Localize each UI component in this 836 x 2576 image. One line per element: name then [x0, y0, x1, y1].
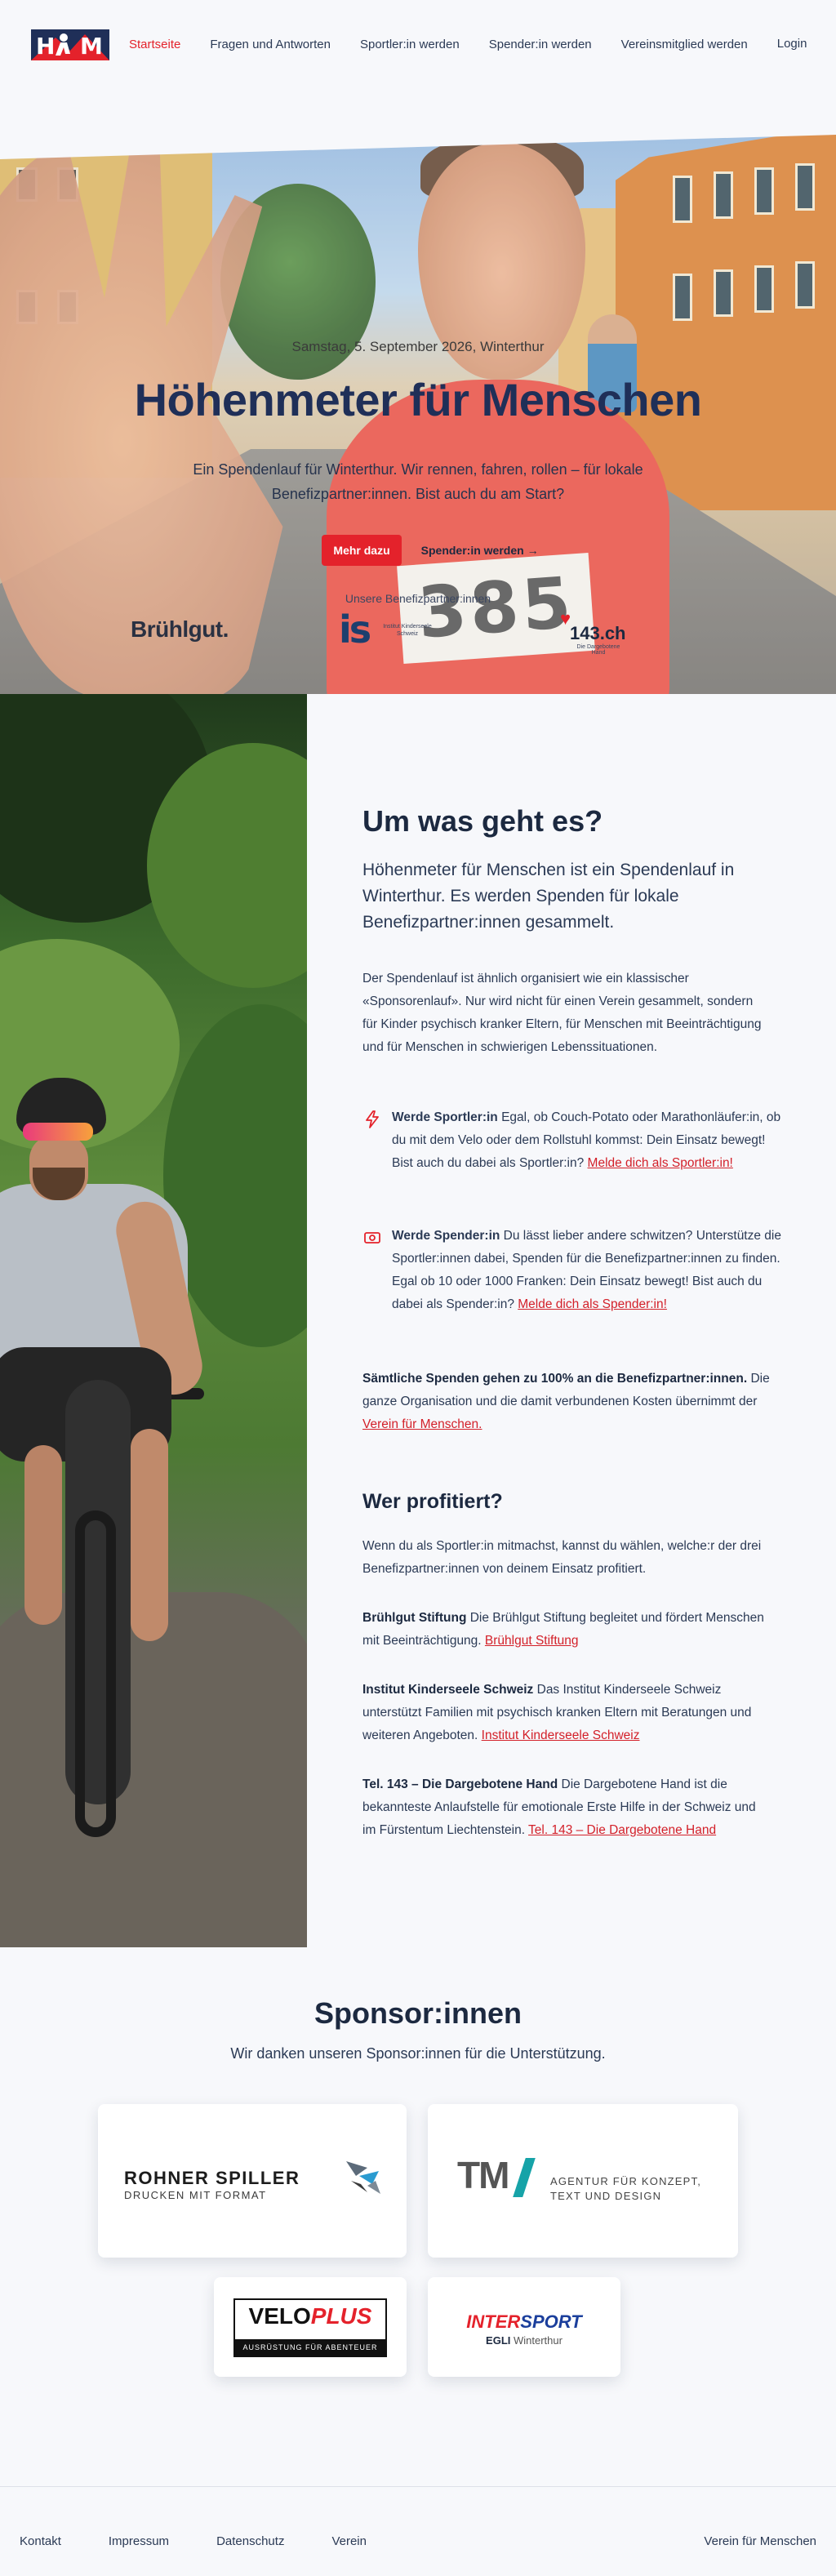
- footer-datenschutz[interactable]: Datenschutz: [216, 2534, 284, 2548]
- site-logo[interactable]: H M: [31, 26, 109, 62]
- hero-content: Samstag, 5. September 2026, Winterthur H…: [0, 135, 836, 694]
- rohner-logo-icon: [346, 2161, 380, 2194]
- is-logo-text: Institut Kinderseele Schweiz: [383, 624, 432, 637]
- money-icon: [364, 1232, 380, 1244]
- about-lead: Höhenmeter für Menschen ist ein Spendenl…: [362, 861, 735, 932]
- event-date: Samstag, 5. September 2026, Winterthur: [291, 339, 545, 354]
- footer-kontakt[interactable]: Kontakt: [20, 2534, 61, 2548]
- svg-text:H: H: [36, 33, 55, 60]
- sponsors-section: Sponsor:innen Wir danken unseren Sponsor…: [0, 1947, 836, 2486]
- sponsor-intersport[interactable]: INTERSPORT EGLI Winterthur: [428, 2277, 620, 2377]
- bruhlgut-link[interactable]: Brühlgut Stiftung: [485, 1634, 579, 1648]
- lightning-icon: [366, 1110, 379, 1128]
- profit-intro: Wenn du als Sportler:in mitmachst, kanns…: [362, 1539, 762, 1576]
- sponsors-subtitle: Wir danken unseren Sponsor:innen für die…: [230, 2045, 606, 2062]
- sponsor-rohner-spiller[interactable]: ROHNER SPILLER DRUCKEN MIT FORMAT: [98, 2104, 407, 2258]
- nav-faq[interactable]: Fragen und Antworten: [210, 38, 331, 51]
- donation-bold: Sämtliche Spenden gehen zu 100% an die B…: [362, 1372, 748, 1386]
- partners-label: Unsere Benefizpartner:innen: [345, 592, 491, 605]
- partner-bruhlgut-name: Brühlgut Stiftung: [362, 1611, 467, 1625]
- sportler-signup-link[interactable]: Melde dich als Sportler:in!: [588, 1156, 733, 1170]
- spender-signup-link[interactable]: Melde dich als Spender:in!: [518, 1297, 667, 1311]
- cyclist-image: [0, 694, 307, 1947]
- footer-impressum[interactable]: Impressum: [109, 2534, 169, 2548]
- tm-logo-mark: TM: [457, 2154, 509, 2196]
- feature-sportler-title: Werde Sportler:in: [392, 1110, 498, 1124]
- bruhlgut-logo[interactable]: Brühlgut.: [131, 616, 229, 643]
- svg-text:M: M: [80, 33, 103, 60]
- partner-bruhlgut: Brühlgut Stiftung Die Brühlgut Stiftung …: [362, 1607, 771, 1653]
- kinderseele-logo[interactable]: is Institut Kinderseele Schweiz: [339, 607, 432, 657]
- main-menu: Startseite Fragen und Antworten Sportler…: [129, 26, 807, 62]
- nav-spender[interactable]: Spender:in werden: [489, 38, 592, 51]
- is-logo-mark: is: [339, 607, 371, 652]
- partner-logos: Brühlgut. is Institut Kinderseele Schwei…: [0, 608, 836, 665]
- partner-kinderseele-name: Institut Kinderseele Schweiz: [362, 1683, 534, 1697]
- verein-link[interactable]: Verein für Menschen.: [362, 1417, 482, 1431]
- veloplus-name: VELOPLUS: [248, 2303, 372, 2329]
- feature-spender-title: Werde Spender:in: [392, 1229, 500, 1243]
- about-title: Um was geht es?: [362, 804, 603, 838]
- login-link[interactable]: Login: [777, 26, 807, 62]
- tel143-small: Die Dargebotene Hand: [576, 644, 620, 656]
- mehr-dazu-button[interactable]: Mehr dazu: [322, 535, 402, 566]
- intersport-sub: EGLI Winterthur: [486, 2334, 563, 2347]
- footer-links: Kontakt Impressum Datenschutz Verein: [20, 2534, 414, 2548]
- footer-verein-fuer-menschen[interactable]: Verein für Menschen: [704, 2534, 816, 2548]
- hero-cta-group: Mehr dazu Spender:in werden →: [0, 535, 836, 566]
- tel143-logo[interactable]: ♥ 143.ch Die Dargebotene Hand: [545, 608, 627, 657]
- hero-title: Höhenmeter für Menschen: [134, 374, 702, 425]
- nav-vereinsmitglied[interactable]: Vereinsmitglied werden: [621, 38, 748, 51]
- about-section: Um was geht es? Höhenmeter für Menschen …: [0, 694, 836, 1947]
- hero-section: 385 Samstag, 5. September 2026, Winterth…: [0, 135, 836, 694]
- spender-werden-link[interactable]: Spender:in werden →: [421, 544, 539, 557]
- sponsors-title: Sponsor:innen: [314, 1996, 522, 2030]
- sponsor-veloplus[interactable]: VELOPLUS AUSRÜSTUNG FÜR ABENTEUER: [214, 2277, 407, 2377]
- footer-verein[interactable]: Verein: [331, 2534, 367, 2548]
- top-navigation: H M Startseite Fragen und Antworten Spor…: [0, 0, 836, 106]
- rohner-name: ROHNER SPILLER: [124, 2168, 300, 2188]
- partner-kinderseele: Institut Kinderseele Schweiz Das Institu…: [362, 1679, 771, 1747]
- nav-startseite[interactable]: Startseite: [129, 38, 180, 51]
- donation-note: Sämtliche Spenden gehen zu 100% an die B…: [362, 1368, 771, 1436]
- tm-tagline: AGENTUR FÜR KONZEPT, TEXT UND DESIGN: [550, 2175, 702, 2202]
- tel143-link[interactable]: Tel. 143 – Die Dargebotene Hand: [528, 1823, 716, 1837]
- about-paragraph: Der Spendenlauf ist ähnlich organisiert …: [362, 972, 762, 1054]
- rohner-tagline: DRUCKEN MIT FORMAT: [124, 2189, 267, 2201]
- kinderseele-link[interactable]: Institut Kinderseele Schweiz: [482, 1728, 640, 1742]
- veloplus-tagline: AUSRÜSTUNG FÜR ABENTEUER: [235, 2339, 385, 2356]
- tm-slash-icon: [513, 2158, 536, 2197]
- nav-sportler[interactable]: Sportler:in werden: [360, 38, 460, 51]
- hfm-logo-icon: H M: [31, 29, 109, 60]
- hero-subtitle: Ein Spendenlauf für Winterthur. Wir renn…: [193, 461, 643, 502]
- profit-title: Wer profitiert?: [362, 1490, 503, 1513]
- partner-tel143-name: Tel. 143 – Die Dargebotene Hand: [362, 1777, 558, 1791]
- intersport-name: INTERSPORT: [466, 2311, 582, 2332]
- sponsor-tm-agentur[interactable]: TM AGENTUR FÜR KONZEPT, TEXT UND DESIGN: [428, 2104, 738, 2258]
- sunglasses: [23, 1123, 93, 1141]
- partner-tel143: Tel. 143 – Die Dargebotene Hand Die Darg…: [362, 1773, 771, 1842]
- site-footer: Kontakt Impressum Datenschutz Verein Ver…: [0, 2486, 836, 2576]
- tel143-text: 143.ch: [570, 623, 626, 643]
